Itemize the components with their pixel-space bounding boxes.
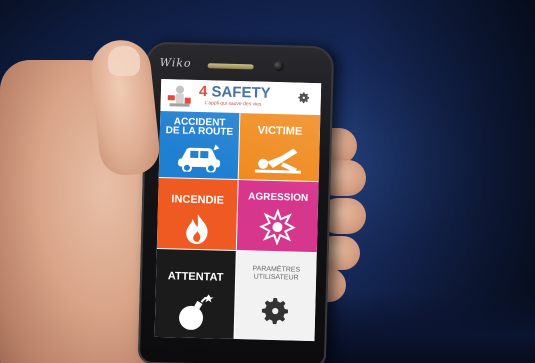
bomb-icon — [179, 294, 214, 330]
tile-incendie-label: INCENDIE — [171, 193, 225, 207]
gear-icon[interactable] — [297, 91, 311, 105]
tile-accident[interactable]: ACCIDENT DE LA ROUTE — [158, 110, 240, 180]
tile-parametres-label-2: UTILISATEUR — [253, 273, 299, 282]
thumbnail — [108, 46, 140, 76]
tile-agression[interactable]: AGRESSION — [236, 180, 319, 253]
tile-accident-label-2: DE LA ROUTE — [165, 125, 234, 138]
front-camera — [273, 60, 284, 72]
earpiece-speaker — [207, 63, 254, 70]
app-title-number: 4 — [198, 82, 208, 101]
logo-icon — [167, 85, 191, 107]
app-tagline: L'appli qui sauve des vies — [204, 100, 262, 108]
tile-victime[interactable]: VICTIME — [238, 113, 321, 182]
app-title-word: SAFETY — [211, 83, 271, 102]
tile-incendie[interactable]: INCENDIE — [156, 177, 238, 251]
smartphone: Wiko 4 SAFETY L'appli qui sauve des vies — [137, 41, 335, 363]
phone-screen: 4 SAFETY L'appli qui sauve des vies ACCI… — [154, 79, 322, 342]
gear-icon — [261, 297, 289, 325]
fist-fight-icon — [259, 208, 296, 246]
tile-parametres[interactable]: PARAMÈTRES UTILISATEUR — [234, 251, 317, 342]
phone-brand: Wiko — [159, 55, 192, 70]
flame-icon — [186, 214, 208, 244]
photo-scene: Wiko 4 SAFETY L'appli qui sauve des vies — [0, 0, 535, 363]
tile-victime-label: VICTIME — [257, 124, 303, 138]
app-header: 4 SAFETY L'appli qui sauve des vies — [160, 79, 322, 116]
injured-person-icon — [254, 148, 301, 174]
tile-agression-label: AGRESSION — [248, 191, 309, 204]
tile-attentat[interactable]: ATTENTAT — [154, 248, 236, 339]
car-crash-icon — [178, 144, 221, 173]
tile-attentat-label: ATTENTAT — [167, 270, 224, 284]
app-title: 4 SAFETY — [199, 83, 271, 102]
